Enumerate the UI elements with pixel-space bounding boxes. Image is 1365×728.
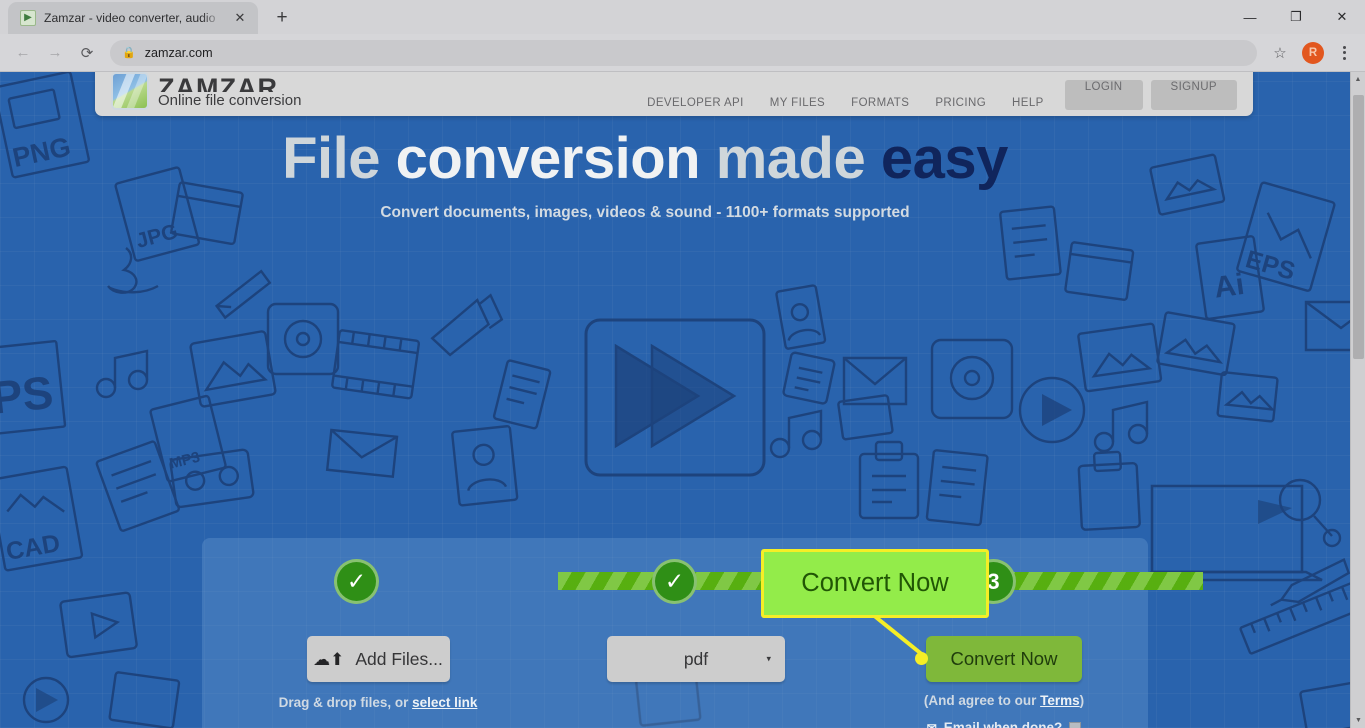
- title-part-1: File: [282, 126, 396, 191]
- scroll-down-icon[interactable]: ▼: [1351, 713, 1365, 728]
- format-selected-value: pdf: [683, 648, 709, 669]
- page-scrollbar[interactable]: ▲ ▼: [1350, 72, 1365, 728]
- browser-window: ▶ Zamzar - video converter, audio ✕ + — …: [0, 0, 1365, 728]
- step-2-column: pdf ▾: [542, 636, 850, 682]
- terms-prefix: (And agree to our: [923, 693, 1041, 708]
- drag-drop-hint: Drag & drop files, or select link: [224, 695, 532, 710]
- step-indicator: ✓ ✓ 3: [202, 538, 1203, 618]
- add-files-button[interactable]: ☁⬆ Add Files...: [306, 636, 450, 682]
- maximize-icon[interactable]: ❐: [1273, 0, 1319, 34]
- tab-title: Zamzar - video converter, audio: [44, 11, 216, 25]
- window-controls: — ❐ ✕: [1227, 0, 1365, 34]
- title-part-3: made: [700, 126, 881, 191]
- new-tab-button[interactable]: +: [268, 4, 296, 32]
- lock-icon: 🔒: [122, 47, 136, 59]
- close-icon[interactable]: ✕: [231, 9, 249, 27]
- url-text: zamzar.com: [144, 45, 213, 60]
- format-select[interactable]: pdf ▾: [607, 636, 785, 682]
- close-window-icon[interactable]: ✕: [1319, 0, 1365, 34]
- email-when-done-label: Email when done?: [943, 720, 1063, 728]
- chevron-down-icon: ▾: [766, 653, 771, 664]
- hero-subtitle: Convert documents, images, videos & soun…: [380, 204, 910, 221]
- page-title: File conversion made easy: [0, 130, 1290, 188]
- profile-avatar[interactable]: R: [1302, 41, 1324, 64]
- drag-hint-text: Drag & drop files, or: [278, 695, 413, 710]
- step-1-complete: ✓: [334, 559, 379, 604]
- cloud-upload-icon: ☁⬆: [313, 649, 345, 669]
- terms-suffix: ): [1079, 693, 1085, 708]
- browser-menu-icon[interactable]: [1331, 38, 1357, 68]
- annotation-callout: Convert Now: [761, 549, 989, 618]
- tab-strip: ▶ Zamzar - video converter, audio ✕ + — …: [0, 0, 1365, 34]
- email-when-done-checkbox[interactable]: [1069, 721, 1082, 728]
- forward-icon[interactable]: →: [40, 38, 70, 68]
- bookmark-star-icon[interactable]: ☆: [1265, 38, 1295, 68]
- browser-toolbar: ← → ⟳ 🔒 zamzar.com ☆ R: [0, 34, 1365, 72]
- add-files-label: Add Files...: [355, 648, 443, 669]
- terms-link[interactable]: Terms: [1040, 693, 1080, 708]
- convert-now-button[interactable]: Convert Now: [926, 636, 1082, 682]
- scroll-up-icon[interactable]: ▲: [1351, 72, 1365, 87]
- conversion-widget: ✓ ✓ 3 ☁⬆ Add Files... Drag & drop files,…: [202, 538, 1203, 728]
- title-part-2: conversion: [395, 126, 701, 191]
- step-1-column: ☁⬆ Add Files... Drag & drop files, or se…: [224, 636, 532, 710]
- hero-section: File conversion made easy Convert docume…: [0, 72, 1290, 222]
- svg-text:CAD: CAD: [4, 529, 62, 566]
- svg-text:EPS: EPS: [1242, 245, 1298, 286]
- select-link-link[interactable]: select link: [412, 695, 477, 710]
- address-bar[interactable]: 🔒 zamzar.com: [110, 39, 1257, 66]
- browser-tab[interactable]: ▶ Zamzar - video converter, audio ✕: [8, 2, 258, 34]
- envelope-icon: ✉: [926, 720, 937, 728]
- step-2-complete: ✓: [652, 559, 697, 604]
- scrollbar-thumb[interactable]: [1353, 95, 1364, 359]
- page-viewport: PNG PS MP3 CAD JPG EPS Ai Online file co…: [0, 72, 1365, 728]
- callout-anchor-dot: [915, 652, 928, 665]
- back-icon[interactable]: ←: [8, 38, 38, 68]
- reload-icon[interactable]: ⟳: [72, 38, 102, 68]
- play-favicon: ▶: [20, 10, 36, 26]
- title-part-4: easy: [880, 126, 1009, 191]
- minimize-icon[interactable]: —: [1227, 0, 1273, 34]
- svg-text:Ai: Ai: [1212, 268, 1246, 305]
- callout-leader-line: [870, 612, 926, 658]
- svg-text:PS: PS: [0, 366, 56, 424]
- email-when-done-row: ✉ Email when done?: [860, 720, 1148, 728]
- terms-note: (And agree to our Terms): [860, 693, 1148, 708]
